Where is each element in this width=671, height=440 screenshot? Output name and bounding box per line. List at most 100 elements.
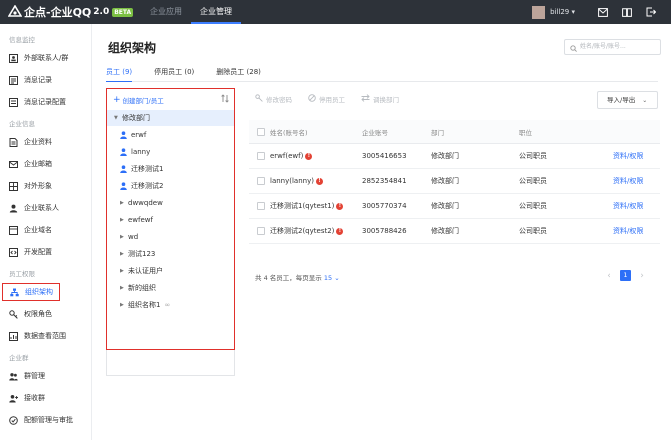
profile-permission-link[interactable]: 资料/权限 — [613, 169, 643, 193]
sidebar-item-group-management[interactable]: 群管理 — [0, 367, 91, 385]
sidebar-item-label: 企业邮箱 — [24, 160, 52, 168]
sidebar-item-label: 对外形象 — [24, 182, 52, 190]
tab-employees[interactable]: 员工 (9) — [106, 66, 133, 82]
next-page-icon[interactable]: › — [636, 271, 648, 281]
sidebar-item-org-structure[interactable]: 组织架构 — [2, 283, 60, 301]
image-icon — [9, 181, 18, 191]
sidebar-item-public-image[interactable]: 对外形象 — [0, 177, 91, 195]
tree-node-label: 迁移测试2 — [131, 181, 164, 190]
caret-right-icon[interactable]: ▶ — [120, 285, 128, 291]
profile-permission-link[interactable]: 资料/权限 — [613, 219, 643, 243]
search-input[interactable]: 姓名/账号/账号... — [564, 39, 661, 55]
sidebar-item-external-contacts[interactable]: 外部联系人/群 — [0, 49, 91, 67]
tree-node-label: 未认证用户 — [128, 266, 163, 275]
sidebar-item-label: 消息记录配置 — [24, 98, 66, 106]
page-title: 组织架构 — [108, 41, 157, 55]
employee-count-text: 共 4 名员工，每页显示 — [255, 274, 322, 282]
caret-right-icon[interactable]: ▶ — [120, 268, 128, 274]
sidebar-item-developer-config[interactable]: 开发配置 — [0, 243, 91, 261]
column-header-name: 姓名(账号名) — [270, 128, 308, 137]
data-range-icon — [9, 331, 18, 341]
sidebar-item-company-contacts[interactable]: 企业联系人 — [0, 199, 91, 217]
caret-right-icon[interactable]: ▶ — [120, 234, 128, 240]
profile-permission-link[interactable]: 资料/权限 — [613, 144, 643, 168]
sidebar-item-permission-roles[interactable]: 权限角色 — [0, 305, 91, 323]
profile-permission-link[interactable]: 资料/权限 — [613, 194, 643, 218]
tree-node-label: dwwqdew — [128, 198, 163, 207]
row-checkbox[interactable] — [257, 202, 265, 210]
tree-department-node[interactable]: ▶ 组织名称1 ∞ — [107, 296, 234, 313]
page-size-select[interactable]: 15 ⌄ — [324, 274, 340, 282]
department-tree-panel: + 创建部门/员工 ▼ 修改部门 erwf lanny 迁移测试1 迁移测试2 … — [106, 88, 235, 350]
sort-icon[interactable] — [221, 94, 229, 105]
create-department-button[interactable]: + 创建部门/员工 — [107, 89, 234, 110]
sidebar-group-title: 企业信息 — [9, 120, 35, 128]
table-row[interactable]: 迁移测试1(qytest1)! 3005770374 修改部门 公司职员 资料/… — [249, 194, 660, 219]
sidebar-item-company-mailbox[interactable]: 企业邮箱 — [0, 155, 91, 173]
sidebar-item-company-profile[interactable]: 企业资料 — [0, 133, 91, 151]
sidebar-item-message-config[interactable]: 消息记录配置 — [0, 93, 91, 111]
chevron-down-icon: ⌄ — [642, 97, 648, 104]
sidebar-item-label: 权限角色 — [24, 310, 52, 318]
change-password-button[interactable]: 修改密码 — [255, 94, 292, 104]
sidebar-item-receive-group[interactable]: 接收群 — [0, 389, 91, 407]
user-icon — [120, 181, 127, 190]
tree-department-node[interactable]: ▶ 测试123 — [107, 245, 234, 262]
tab-deleted-employees[interactable]: 删除员工 (28) — [216, 66, 261, 82]
table-header: 姓名(账号名) 企业账号 部门 职位 — [249, 120, 660, 144]
table-row[interactable]: 迁移测试2(qytest2)! 3005788426 修改部门 公司职员 资料/… — [249, 219, 660, 244]
tab-disabled-employees[interactable]: 停用员工 (0) — [154, 66, 194, 82]
username[interactable]: bill29 ▾ — [550, 8, 575, 16]
warning-icon: ! — [305, 152, 313, 160]
warning-icon: ! — [315, 177, 323, 185]
app-logo[interactable]: 企点-企业QQ 2.0 BETA — [7, 4, 134, 20]
table-row[interactable]: lanny(lanny)! 2852354841 修改部门 公司职员 资料/权限 — [249, 169, 660, 194]
employee-department: 修改部门 — [431, 202, 459, 210]
tree-node-root[interactable]: ▼ 修改部门 — [107, 110, 234, 126]
caret-right-icon[interactable]: ▶ — [120, 200, 128, 206]
avatar[interactable] — [532, 5, 546, 19]
more-icon[interactable]: ∞ — [164, 301, 170, 309]
import-export-dropdown[interactable]: 导入/导出 ⌄ — [597, 91, 658, 109]
user-icon — [120, 164, 127, 173]
search-placeholder: 姓名/账号/账号... — [580, 43, 626, 50]
prev-page-icon[interactable]: ‹ — [603, 271, 615, 281]
sidebar-item-quota-approval[interactable]: 配额管理与审批 — [0, 411, 91, 429]
plus-icon: + — [113, 94, 121, 105]
exit-icon[interactable] — [639, 0, 663, 24]
mail-icon[interactable] — [591, 0, 615, 24]
sidebar-item-company-domain[interactable]: 企业域名 — [0, 221, 91, 239]
row-checkbox[interactable] — [257, 152, 265, 160]
user-icon — [120, 147, 127, 156]
tree-department-node[interactable]: ▶ 未认证用户 — [107, 262, 234, 279]
caret-right-icon[interactable]: ▶ — [120, 251, 128, 257]
disable-employee-button[interactable]: 停用员工 — [308, 94, 345, 104]
row-checkbox[interactable] — [257, 227, 265, 235]
tree-user-node[interactable]: lanny — [107, 143, 234, 160]
tree-node-label: ewfewf — [128, 215, 153, 224]
sidebar-item-data-scope[interactable]: 数据查看范围 — [0, 327, 91, 345]
caret-right-icon[interactable]: ▶ — [120, 217, 128, 223]
disable-employee-label: 停用员工 — [319, 96, 345, 104]
tree-department-node[interactable]: ▶ ewfewf — [107, 211, 234, 228]
caret-right-icon[interactable]: ▶ — [120, 302, 128, 308]
select-all-checkbox[interactable] — [257, 127, 265, 136]
tree-department-node[interactable]: ▶ wd — [107, 228, 234, 245]
tree-user-node[interactable]: 迁移测试1 — [107, 160, 234, 177]
sidebar-item-message-records[interactable]: 消息记录 — [0, 71, 91, 89]
tree-user-node[interactable]: erwf — [107, 126, 234, 143]
current-page[interactable]: 1 — [620, 270, 631, 281]
employee-table: 姓名(账号名) 企业账号 部门 职位 erwf(ewf)! 3005416653… — [249, 120, 660, 244]
row-checkbox[interactable] — [257, 177, 265, 185]
tree-department-node[interactable]: ▶ 新的组织 — [107, 279, 234, 296]
caret-down-icon[interactable]: ▼ — [114, 115, 122, 121]
topnav-enterprise-management[interactable]: 企业管理 — [191, 0, 241, 24]
tree-department-node[interactable]: ▶ dwwqdew — [107, 194, 234, 211]
topnav-enterprise-apps[interactable]: 企业应用 — [141, 0, 191, 24]
employee-name: lanny(lanny) — [270, 177, 314, 185]
table-row[interactable]: erwf(ewf)! 3005416653 修改部门 公司职员 资料/权限 — [249, 144, 660, 169]
change-department-button[interactable]: 调换部门 — [361, 94, 399, 104]
tree-user-node[interactable]: 迁移测试2 — [107, 177, 234, 194]
book-icon[interactable] — [615, 0, 639, 24]
logo-icon — [7, 4, 23, 19]
